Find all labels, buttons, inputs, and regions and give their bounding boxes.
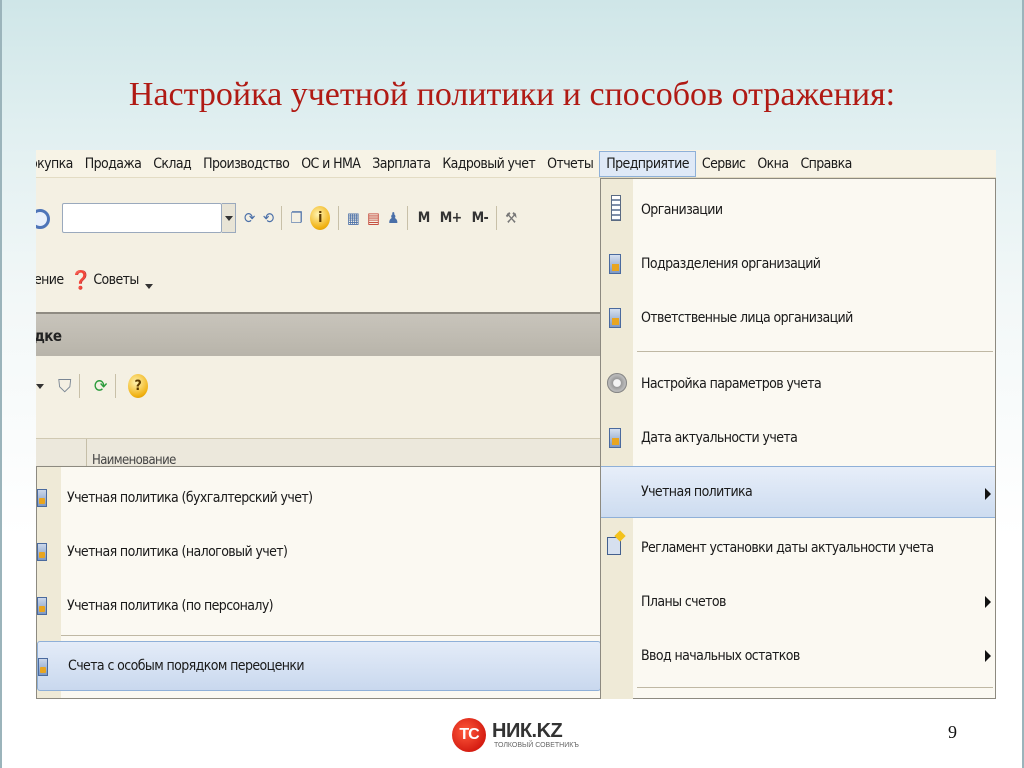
toolbar-separator (406, 206, 408, 230)
logo-wordmark: НИК.KZ (492, 720, 563, 742)
menu-reports[interactable]: Отчеты (541, 151, 599, 177)
accounting-policy-submenu: Учетная политика (бухгалтерский учет) Уч… (36, 466, 602, 699)
menu-service[interactable]: Сервис (696, 151, 751, 177)
help-icon[interactable]: ? (127, 374, 148, 398)
menu-item-divisions[interactable]: Подразделения организаций (601, 237, 995, 291)
gear-icon (607, 373, 627, 393)
menu-item-responsible-persons[interactable]: Ответственные лица организаций (601, 291, 995, 345)
menu-warehouse[interactable]: Склад (147, 151, 197, 177)
menu-purchase[interactable]: окупка (36, 151, 79, 177)
memory-button[interactable]: M (418, 210, 431, 226)
submenu-arrow-icon (985, 488, 991, 500)
menu-hr[interactable]: Кадровый учет (436, 151, 541, 177)
panel-title: дке (36, 327, 62, 345)
toolbar-separator (496, 206, 498, 230)
calculator-icon[interactable]: ▦ (347, 207, 360, 229)
main-toolbar: ⟳ ⟲ ❐ i ▦ ▤ ♟ M M+ M- ⚒ (36, 190, 602, 246)
tips-button[interactable]: Советы (93, 272, 139, 288)
toolbar-separator (114, 374, 116, 398)
menu-enterprise[interactable]: Предприятие (599, 150, 696, 177)
logo-tagline: ТОЛКОВЫЙ СОВЕТНИКЪ (494, 742, 579, 749)
search-dropdown-button[interactable] (222, 203, 236, 233)
document-icon (609, 254, 621, 274)
menu-separator (637, 351, 993, 352)
submenu-separator (61, 635, 601, 636)
search-prev-icon[interactable]: ⟲ (263, 207, 274, 229)
partial-toolbar-label[interactable]: ение (36, 272, 64, 288)
submenu-item-label: Учетная политика (налоговый учет) (67, 544, 288, 560)
menu-fixed-assets[interactable]: ОС и НМА (295, 151, 366, 177)
document-icon (609, 428, 621, 448)
copy-icon[interactable]: ❐ (290, 207, 302, 229)
tips-icon[interactable]: ❓ (70, 270, 92, 291)
app-screenshot: окупка Продажа Склад Производство ОС и Н… (36, 150, 996, 699)
menu-production[interactable]: Производство (197, 151, 295, 177)
secondary-toolbar: ение ❓ Советы (36, 262, 602, 298)
logo-mark: ТС (452, 718, 486, 752)
menu-item-label: Ответственные лица организаций (641, 310, 853, 326)
menu-item-accounting-policy[interactable]: Учетная политика (601, 466, 995, 518)
submenu-arrow-icon (985, 596, 991, 608)
page-number: 9 (948, 722, 957, 742)
menubar: окупка Продажа Склад Производство ОС и Н… (36, 150, 996, 178)
menu-salary[interactable]: Зарплата (366, 151, 436, 177)
menu-separator (637, 687, 993, 688)
enterprise-menu-dropdown: Организации Подразделения организаций От… (600, 178, 996, 699)
menu-item-label: Регламент установки даты актуальности уч… (641, 540, 934, 556)
clear-filter-icon[interactable]: ⛉ (58, 376, 72, 397)
regulation-icon (607, 537, 621, 555)
tips-dropdown-icon[interactable] (144, 283, 153, 289)
menu-item-actuality-regulation[interactable]: Регламент установки даты актуальности уч… (601, 521, 995, 575)
search-input[interactable] (62, 203, 222, 233)
slide-title: Настройка учетной политики и способов от… (128, 76, 896, 113)
menu-item-label: Планы счетов (641, 594, 726, 610)
search-next-icon[interactable]: ⟳ (244, 207, 255, 229)
submenu-item-label: Счета с особым порядком переоценки (68, 658, 305, 674)
menu-help[interactable]: Справка (794, 151, 857, 177)
logo: ТС НИК.KZ ТОЛКОВЫЙ СОВЕТНИКЪ (452, 716, 582, 756)
submenu-item-label: Учетная политика (по персоналу) (67, 598, 274, 614)
submenu-item-revaluation-accounts[interactable]: Счета с особым порядком переоценки (37, 641, 601, 691)
submenu-item-label: Учетная политика (бухгалтерский учет) (67, 490, 313, 506)
menu-item-label: Учетная политика (641, 484, 753, 500)
document-icon (37, 543, 47, 561)
submenu-item-policy-personnel[interactable]: Учетная политика (по персоналу) (37, 579, 601, 633)
panel-toolbar: ⛉ ⟳ ? (36, 366, 602, 406)
grid-header: Наименование (36, 438, 602, 469)
document-icon (38, 658, 48, 676)
document-icon (37, 597, 47, 615)
toolbar-separator (78, 374, 80, 398)
toolbar-separator (281, 206, 283, 230)
memory-add-button[interactable]: M+ (440, 210, 463, 226)
menu-item-opening-balances[interactable]: Ввод начальных остатков (601, 629, 995, 683)
toolbar-separator (337, 206, 339, 230)
info-icon[interactable]: i (309, 206, 330, 230)
column-separator (86, 439, 87, 469)
memory-subtract-button[interactable]: M- (472, 210, 489, 226)
document-icon (37, 489, 47, 507)
menu-item-organizations[interactable]: Организации (601, 183, 995, 237)
menu-item-label: Подразделения организаций (641, 256, 821, 272)
menu-item-label: Ввод начальных остатков (641, 648, 800, 664)
users-icon[interactable]: ♟ (387, 207, 399, 229)
document-icon (609, 308, 621, 328)
search-icon[interactable] (36, 208, 56, 229)
panel-header: дке (36, 312, 602, 356)
calendar-icon[interactable]: ▤ (367, 207, 380, 229)
menu-item-actuality-date[interactable]: Дата актуальности учета (601, 411, 995, 465)
building-icon (611, 195, 621, 221)
submenu-arrow-icon (985, 650, 991, 662)
tools-icon[interactable]: ⚒ (505, 207, 517, 229)
menu-windows[interactable]: Окна (751, 151, 794, 177)
menu-item-label: Организации (641, 202, 723, 218)
menu-sales[interactable]: Продажа (79, 151, 147, 177)
menu-item-accounting-settings[interactable]: Настройка параметров учета (601, 357, 995, 411)
menu-item-label: Настройка параметров учета (641, 376, 822, 392)
dropdown-icon[interactable] (36, 383, 44, 389)
menu-item-label: Дата актуальности учета (641, 430, 798, 446)
submenu-item-policy-accounting[interactable]: Учетная политика (бухгалтерский учет) (37, 471, 601, 525)
refresh-icon[interactable]: ⟳ (94, 376, 108, 397)
submenu-item-policy-tax[interactable]: Учетная политика (налоговый учет) (37, 525, 601, 579)
menu-item-charts-of-accounts[interactable]: Планы счетов (601, 575, 995, 629)
